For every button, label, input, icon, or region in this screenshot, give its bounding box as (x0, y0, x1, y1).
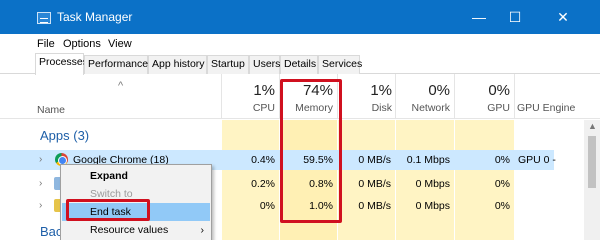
column-name[interactable]: Name (37, 104, 65, 116)
row-disk: 0 MB/s (358, 154, 391, 166)
cpu-percent[interactable]: 1% (221, 82, 275, 99)
memory-column-annotation (280, 79, 342, 223)
column-cpu[interactable]: CPU (221, 102, 275, 114)
row-network: 0 Mbps (415, 178, 450, 190)
network-percent[interactable]: 0% (395, 82, 450, 99)
menu-file[interactable]: File (37, 38, 55, 50)
section-apps: Apps (3) (40, 128, 90, 143)
title-bar: Task Manager — ☐ ✕ (0, 0, 600, 34)
row-gpu: 0% (494, 200, 510, 212)
task-manager-icon (37, 12, 51, 24)
end-task-annotation (66, 199, 150, 221)
expand-chevron-icon[interactable]: › (39, 178, 42, 189)
menu-item-expand[interactable]: Expand (62, 167, 210, 185)
column-gpu[interactable]: GPU (454, 102, 510, 114)
row-cpu: 0% (259, 200, 275, 212)
tab-details[interactable]: Details (280, 55, 318, 74)
resource-values-label: Resource values (90, 224, 169, 236)
column-gpu-engine[interactable]: GPU Engine (517, 102, 587, 114)
tab-services[interactable]: Services (318, 55, 362, 74)
gpu-percent[interactable]: 0% (454, 82, 510, 99)
tab-processes[interactable]: Processes (35, 53, 88, 75)
expand-chevron-icon[interactable]: › (39, 154, 42, 165)
scroll-up-arrow-icon[interactable]: ▲ (588, 121, 597, 131)
row-gpu-engine: GPU 0 - (518, 154, 556, 166)
close-button[interactable]: ✕ (540, 0, 586, 34)
tab-bar: Processes Performance App history Startu… (0, 53, 600, 75)
menu-options[interactable]: Options (63, 38, 101, 50)
tab-app-history[interactable]: App history (148, 55, 207, 74)
column-disk[interactable]: Disk (337, 102, 392, 114)
column-network[interactable]: Network (395, 102, 450, 114)
maximize-button[interactable]: ☐ (492, 0, 538, 34)
window-title: Task Manager (57, 10, 133, 24)
row-disk: 0 MB/s (358, 178, 391, 190)
scroll-thumb[interactable] (588, 136, 596, 188)
menu-item-resource-values[interactable]: Resource values › (62, 221, 210, 239)
vertical-scrollbar[interactable]: ▲ (584, 120, 600, 240)
sort-caret-icon[interactable]: ^ (118, 80, 123, 92)
row-network: 0.1 Mbps (406, 154, 450, 166)
row-disk: 0 MB/s (358, 200, 391, 212)
row-cpu: 0.4% (251, 154, 275, 166)
menu-view[interactable]: View (108, 38, 132, 50)
tab-startup[interactable]: Startup (207, 55, 249, 74)
tab-performance[interactable]: Performance (84, 55, 148, 74)
menu-bar: File Options View (0, 34, 600, 53)
disk-percent[interactable]: 1% (337, 82, 392, 99)
tab-users[interactable]: Users (249, 55, 280, 74)
row-gpu: 0% (494, 178, 510, 190)
row-network: 0 Mbps (415, 200, 450, 212)
submenu-arrow-icon: › (200, 224, 205, 236)
expand-chevron-icon[interactable]: › (39, 200, 42, 211)
row-gpu: 0% (494, 154, 510, 166)
row-cpu: 0.2% (251, 178, 275, 190)
column-divider (514, 74, 515, 119)
